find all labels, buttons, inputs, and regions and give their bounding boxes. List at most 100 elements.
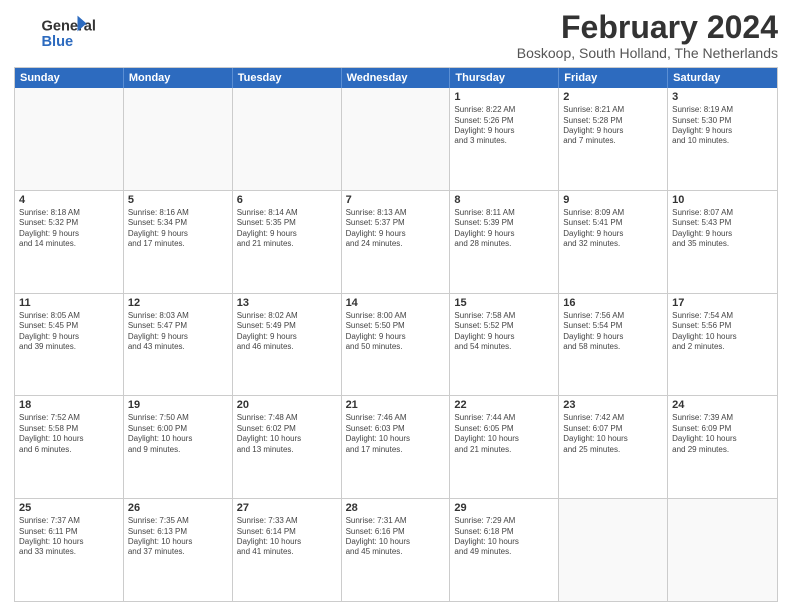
day-number: 24 — [672, 399, 773, 411]
day-info: Sunrise: 7:44 AM Sunset: 6:05 PM Dayligh… — [454, 413, 554, 455]
day-number: 13 — [237, 297, 337, 309]
page-header: General Blue February 2024 Boskoop, Sout… — [14, 10, 778, 61]
svg-text:General: General — [42, 18, 96, 34]
day-info: Sunrise: 8:03 AM Sunset: 5:47 PM Dayligh… — [128, 311, 228, 353]
day-info: Sunrise: 7:54 AM Sunset: 5:56 PM Dayligh… — [672, 311, 773, 353]
day-info: Sunrise: 7:29 AM Sunset: 6:18 PM Dayligh… — [454, 516, 554, 558]
calendar-row-3: 11 Sunrise: 8:05 AM Sunset: 5:45 PM Dayli… — [15, 293, 777, 396]
day-cell-6: 6 Sunrise: 8:14 AM Sunset: 5:35 PM Daylig… — [233, 191, 342, 293]
day-info: Sunrise: 8:14 AM Sunset: 5:35 PM Dayligh… — [237, 208, 337, 250]
day-number: 17 — [672, 297, 773, 309]
empty-cell — [15, 88, 124, 190]
day-cell-4: 4Sunrise: 8:18 AM Sunset: 5:32 PM Daylig… — [15, 191, 124, 293]
logo: General Blue — [14, 10, 114, 55]
day-number: 5 — [128, 194, 228, 206]
day-number: 7 — [346, 194, 446, 206]
day-number: 9 — [563, 194, 663, 206]
empty-cell — [342, 88, 451, 190]
title-section: February 2024 Boskoop, South Holland, Th… — [517, 10, 778, 61]
day-cell-25: 25Sunrise: 7:37 AM Sunset: 6:11 PM Dayli… — [15, 499, 124, 601]
day-number: 10 — [672, 194, 773, 206]
location-title: Boskoop, South Holland, The Netherlands — [517, 45, 778, 61]
day-info: Sunrise: 7:50 AM Sunset: 6:00 PM Dayligh… — [128, 413, 228, 455]
empty-cell — [668, 499, 777, 601]
day-cell-1: 1 Sunrise: 8:22 AM Sunset: 5:26 PM Daylig… — [450, 88, 559, 190]
day-cell-18: 18 Sunrise: 7:52 AM Sunset: 5:58 PM Dayli… — [15, 396, 124, 498]
day-info: Sunrise: 8:22 AM Sunset: 5:26 PM Dayligh… — [454, 105, 554, 147]
day-cell-22: 22 Sunrise: 7:44 AM Sunset: 6:05 PM Dayli… — [450, 396, 559, 498]
day-number: 21 — [346, 399, 446, 411]
day-info: Sunrise: 7:58 AM Sunset: 5:52 PM Dayligh… — [454, 311, 554, 353]
day-info: Sunrise: 8:05 AM Sunset: 5:45 PM Dayligh… — [19, 311, 119, 353]
empty-cell — [559, 499, 668, 601]
logo-icon: General Blue — [14, 10, 114, 55]
day-info: Sunrise: 7:31 AM Sunset: 6:16 PM Dayligh… — [346, 516, 446, 558]
day-number: 11 — [19, 297, 119, 309]
calendar-row-1: 1 Sunrise: 8:22 AM Sunset: 5:26 PM Daylig… — [15, 88, 777, 190]
day-cell-29: 29 Sunrise: 7:29 AM Sunset: 6:18 PM Dayli… — [450, 499, 559, 601]
calendar: SundayMondayTuesdayWednesdayThursdayFrid… — [14, 67, 778, 602]
day-number: 3 — [672, 91, 773, 103]
day-cell-23: 23Sunrise: 7:42 AM Sunset: 6:07 PM Dayli… — [559, 396, 668, 498]
weekday-header-sunday: Sunday — [15, 68, 124, 88]
day-number: 18 — [19, 399, 119, 411]
day-cell-3: 3 Sunrise: 8:19 AM Sunset: 5:30 PM Daylig… — [668, 88, 777, 190]
day-number: 1 — [454, 91, 554, 103]
day-cell-16: 16 Sunrise: 7:56 AM Sunset: 5:54 PM Dayli… — [559, 294, 668, 396]
day-number: 20 — [237, 399, 337, 411]
day-info: Sunrise: 7:37 AM Sunset: 6:11 PM Dayligh… — [19, 516, 119, 558]
day-info: Sunrise: 8:13 AM Sunset: 5:37 PM Dayligh… — [346, 208, 446, 250]
day-cell-27: 27 Sunrise: 7:33 AM Sunset: 6:14 PM Dayli… — [233, 499, 342, 601]
day-cell-17: 17 Sunrise: 7:54 AM Sunset: 5:56 PM Dayli… — [668, 294, 777, 396]
weekday-header-tuesday: Tuesday — [233, 68, 342, 88]
day-cell-26: 26Sunrise: 7:35 AM Sunset: 6:13 PM Dayli… — [124, 499, 233, 601]
calendar-row-5: 25Sunrise: 7:37 AM Sunset: 6:11 PM Dayli… — [15, 498, 777, 601]
day-number: 29 — [454, 502, 554, 514]
day-cell-9: 9 Sunrise: 8:09 AM Sunset: 5:41 PM Daylig… — [559, 191, 668, 293]
weekday-header-friday: Friday — [559, 68, 668, 88]
day-cell-8: 8Sunrise: 8:11 AM Sunset: 5:39 PM Daylig… — [450, 191, 559, 293]
month-title: February 2024 — [517, 10, 778, 45]
day-number: 22 — [454, 399, 554, 411]
day-cell-11: 11 Sunrise: 8:05 AM Sunset: 5:45 PM Dayli… — [15, 294, 124, 396]
day-info: Sunrise: 7:35 AM Sunset: 6:13 PM Dayligh… — [128, 516, 228, 558]
day-info: Sunrise: 8:19 AM Sunset: 5:30 PM Dayligh… — [672, 105, 773, 147]
day-cell-24: 24 Sunrise: 7:39 AM Sunset: 6:09 PM Dayli… — [668, 396, 777, 498]
calendar-row-4: 18 Sunrise: 7:52 AM Sunset: 5:58 PM Dayli… — [15, 395, 777, 498]
weekday-header-saturday: Saturday — [668, 68, 777, 88]
day-info: Sunrise: 8:09 AM Sunset: 5:41 PM Dayligh… — [563, 208, 663, 250]
day-cell-7: 7 Sunrise: 8:13 AM Sunset: 5:37 PM Daylig… — [342, 191, 451, 293]
day-info: Sunrise: 8:11 AM Sunset: 5:39 PM Dayligh… — [454, 208, 554, 250]
day-number: 16 — [563, 297, 663, 309]
day-cell-2: 2Sunrise: 8:21 AM Sunset: 5:28 PM Daylig… — [559, 88, 668, 190]
calendar-row-2: 4Sunrise: 8:18 AM Sunset: 5:32 PM Daylig… — [15, 190, 777, 293]
day-number: 19 — [128, 399, 228, 411]
day-number: 27 — [237, 502, 337, 514]
weekday-header-thursday: Thursday — [450, 68, 559, 88]
day-number: 28 — [346, 502, 446, 514]
calendar-body: 1 Sunrise: 8:22 AM Sunset: 5:26 PM Daylig… — [15, 88, 777, 601]
day-cell-15: 15 Sunrise: 7:58 AM Sunset: 5:52 PM Dayli… — [450, 294, 559, 396]
day-cell-21: 21 Sunrise: 7:46 AM Sunset: 6:03 PM Dayli… — [342, 396, 451, 498]
day-info: Sunrise: 7:48 AM Sunset: 6:02 PM Dayligh… — [237, 413, 337, 455]
day-number: 14 — [346, 297, 446, 309]
day-info: Sunrise: 7:46 AM Sunset: 6:03 PM Dayligh… — [346, 413, 446, 455]
day-info: Sunrise: 7:33 AM Sunset: 6:14 PM Dayligh… — [237, 516, 337, 558]
day-number: 23 — [563, 399, 663, 411]
day-info: Sunrise: 7:52 AM Sunset: 5:58 PM Dayligh… — [19, 413, 119, 455]
day-number: 15 — [454, 297, 554, 309]
day-cell-13: 13 Sunrise: 8:02 AM Sunset: 5:49 PM Dayli… — [233, 294, 342, 396]
day-cell-28: 28 Sunrise: 7:31 AM Sunset: 6:16 PM Dayli… — [342, 499, 451, 601]
day-cell-19: 19 Sunrise: 7:50 AM Sunset: 6:00 PM Dayli… — [124, 396, 233, 498]
day-cell-20: 20 Sunrise: 7:48 AM Sunset: 6:02 PM Dayli… — [233, 396, 342, 498]
day-info: Sunrise: 7:56 AM Sunset: 5:54 PM Dayligh… — [563, 311, 663, 353]
day-cell-12: 12Sunrise: 8:03 AM Sunset: 5:47 PM Dayli… — [124, 294, 233, 396]
day-number: 6 — [237, 194, 337, 206]
weekday-header-monday: Monday — [124, 68, 233, 88]
day-info: Sunrise: 8:00 AM Sunset: 5:50 PM Dayligh… — [346, 311, 446, 353]
day-info: Sunrise: 8:18 AM Sunset: 5:32 PM Dayligh… — [19, 208, 119, 250]
svg-text:Blue: Blue — [42, 34, 74, 50]
day-info: Sunrise: 8:02 AM Sunset: 5:49 PM Dayligh… — [237, 311, 337, 353]
day-info: Sunrise: 8:07 AM Sunset: 5:43 PM Dayligh… — [672, 208, 773, 250]
day-info: Sunrise: 7:39 AM Sunset: 6:09 PM Dayligh… — [672, 413, 773, 455]
